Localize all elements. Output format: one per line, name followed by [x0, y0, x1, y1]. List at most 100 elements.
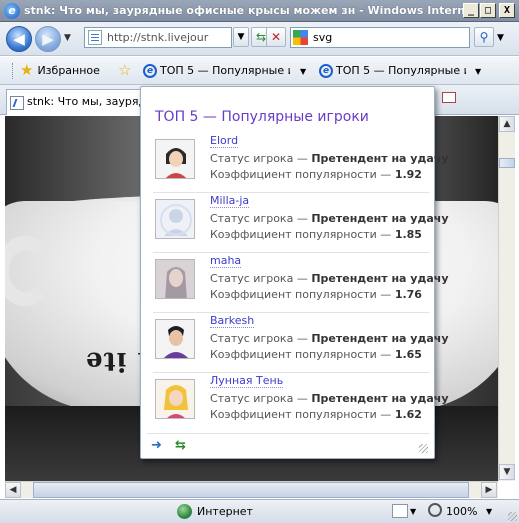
- player-row-5: Лунная Тень Статус игрока — Претендент н…: [153, 373, 449, 433]
- player-status-line: Статус игрока — Претендент на удачу: [210, 332, 449, 345]
- address-input[interactable]: http://stnk.livejour: [84, 27, 232, 48]
- avatar: [155, 259, 195, 299]
- fav-link-1[interactable]: e ТОП 5 — Популярные иг...: [140, 60, 290, 82]
- security-zone[interactable]: Интернет: [177, 503, 253, 521]
- player-coef: 1.85: [394, 228, 422, 241]
- protected-mode-dropdown-icon[interactable]: ▼: [410, 507, 416, 516]
- search-icon[interactable]: ⚲: [474, 27, 494, 47]
- favorites-star-icon: ★: [20, 61, 34, 79]
- player-status: Претендент на удачу: [311, 392, 449, 405]
- player-coef-line: Коэффициент популярности — 1.85: [210, 228, 422, 241]
- ie-page-icon: e: [143, 64, 157, 78]
- zoom-icon: [428, 503, 442, 517]
- status-label: Статус игрока —: [210, 152, 308, 165]
- status-bar: Интернет ▼ 100% ▼: [0, 499, 519, 523]
- status-label: Статус игрока —: [210, 272, 308, 285]
- popup-resize-grip[interactable]: [419, 444, 428, 453]
- toolbar-grip: [12, 63, 14, 79]
- player-coef: 1.62: [394, 408, 422, 421]
- history-dropdown-icon[interactable]: ▼: [64, 33, 71, 43]
- tab-stnk[interactable]: stnk: Что мы, заурядные: [6, 89, 151, 115]
- player-row-3: maha Статус игрока — Претендент на удачу…: [153, 253, 449, 313]
- scroll-up-button[interactable]: ▲: [499, 116, 515, 132]
- favorites-bar: ★ Избранное ☆ e ТОП 5 — Популярные иг...…: [0, 57, 519, 85]
- player-name[interactable]: Barkesh: [210, 314, 255, 328]
- fav-link-2[interactable]: e ТОП 5 — Популярные игр...: [316, 60, 466, 82]
- favorites-label: Избранное: [37, 64, 100, 77]
- scroll-right-button[interactable]: ▶: [481, 482, 497, 498]
- horizontal-scrollbar[interactable]: ◀ ▶: [5, 481, 498, 498]
- player-status-line: Статус игрока — Претендент на удачу: [210, 392, 449, 405]
- popup-title: ТОП 5 — Популярные игроки: [155, 109, 369, 125]
- player-name[interactable]: Лунная Тень: [210, 374, 284, 388]
- player-name[interactable]: Elord: [210, 134, 239, 148]
- stop-icon[interactable]: ✕: [266, 27, 286, 47]
- horizontal-scroll-thumb[interactable]: [33, 482, 469, 498]
- scroll-down-button[interactable]: ▼: [499, 464, 515, 480]
- back-button[interactable]: ◀: [6, 26, 32, 52]
- vertical-scroll-thumb[interactable]: [499, 158, 515, 168]
- minimize-button[interactable]: _: [463, 3, 479, 18]
- fav-link-1-dropdown-icon[interactable]: ▼: [300, 67, 306, 76]
- player-row-4: Barkesh Статус игрока — Претендент на уд…: [153, 313, 449, 373]
- mail-icon[interactable]: [442, 92, 456, 103]
- player-status: Претендент на удачу: [311, 152, 449, 165]
- search-input[interactable]: svg: [290, 27, 470, 48]
- player-coef: 1.92: [394, 168, 422, 181]
- player-name[interactable]: Milla-ja: [210, 194, 250, 208]
- zone-label: Интернет: [197, 505, 253, 518]
- coef-label: Коэффициент популярности —: [210, 348, 392, 361]
- go-arrow-icon[interactable]: ➜: [151, 438, 162, 453]
- address-toolbar: ◀ ▶ ▼ http://stnk.livejour ▼ ⇆ ✕ svg ⚲ ▼: [0, 22, 519, 56]
- favorites-button[interactable]: ★ Избранное: [20, 63, 100, 78]
- window-title: stnk: Что мы, заурядные офисные крысы мо…: [24, 4, 464, 17]
- title-bar: e stnk: Что мы, заурядные офисные крысы …: [0, 0, 519, 22]
- vertical-scrollbar[interactable]: ▲ ▼: [498, 116, 515, 481]
- player-status-line: Статус игрока — Претендент на удачу: [210, 212, 449, 225]
- player-status-line: Статус игрока — Претендент на удачу: [210, 152, 449, 165]
- player-coef-line: Коэффициент популярности — 1.65: [210, 348, 422, 361]
- fav-link-2-label: ТОП 5 — Популярные игр...: [336, 64, 466, 77]
- search-text: svg: [313, 31, 333, 44]
- avatar: [155, 139, 195, 179]
- top5-popup: ТОП 5 — Популярные игроки Elord Статус и…: [140, 86, 449, 459]
- page-icon: [88, 30, 102, 45]
- close-button[interactable]: X: [499, 3, 515, 18]
- player-status: Претендент на удачу: [311, 332, 449, 345]
- player-row-1: Elord Статус игрока — Претендент на удач…: [153, 133, 449, 193]
- protected-mode-icon[interactable]: [392, 504, 408, 518]
- google-icon: [293, 30, 308, 45]
- status-label: Статус игрока —: [210, 332, 308, 345]
- add-favorite-icon[interactable]: ☆: [118, 63, 131, 78]
- resize-grip[interactable]: [508, 512, 517, 521]
- avatar: [155, 199, 195, 239]
- ie-logo-icon: e: [4, 3, 20, 19]
- scroll-left-button[interactable]: ◀: [5, 482, 21, 498]
- refresh-feed-icon[interactable]: ⇆: [175, 438, 186, 453]
- maximize-button[interactable]: □: [480, 3, 496, 18]
- fav-link-2-dropdown-icon[interactable]: ▼: [475, 67, 481, 76]
- avatar: [155, 319, 195, 359]
- player-coef: 1.76: [394, 288, 422, 301]
- player-row-2: Milla-ja Статус игрока — Претендент на у…: [153, 193, 449, 253]
- coef-label: Коэффициент популярности —: [210, 168, 392, 181]
- tab-stnk-label: stnk: Что мы, заурядные: [27, 95, 150, 108]
- globe-icon: [177, 504, 192, 519]
- ie-page-icon: e: [319, 64, 333, 78]
- address-dropdown-button[interactable]: ▼: [233, 27, 249, 47]
- player-coef-line: Коэффициент популярности — 1.92: [210, 168, 422, 181]
- coef-label: Коэффициент популярности —: [210, 288, 392, 301]
- forward-button[interactable]: ▶: [35, 26, 61, 52]
- status-label: Статус игрока —: [210, 392, 308, 405]
- player-status: Претендент на удачу: [311, 272, 449, 285]
- zoom-level[interactable]: 100%: [446, 505, 477, 518]
- status-label: Статус игрока —: [210, 212, 308, 225]
- livejournal-icon: [10, 96, 24, 110]
- player-coef-line: Коэффициент популярности — 1.62: [210, 408, 422, 421]
- player-name[interactable]: maha: [210, 254, 242, 268]
- zoom-dropdown-icon[interactable]: ▼: [486, 507, 492, 516]
- coef-label: Коэффициент популярности —: [210, 408, 392, 421]
- address-text: http://stnk.livejour: [107, 31, 209, 44]
- coef-label: Коэффициент популярности —: [210, 228, 392, 241]
- search-options-icon[interactable]: ▼: [497, 33, 504, 43]
